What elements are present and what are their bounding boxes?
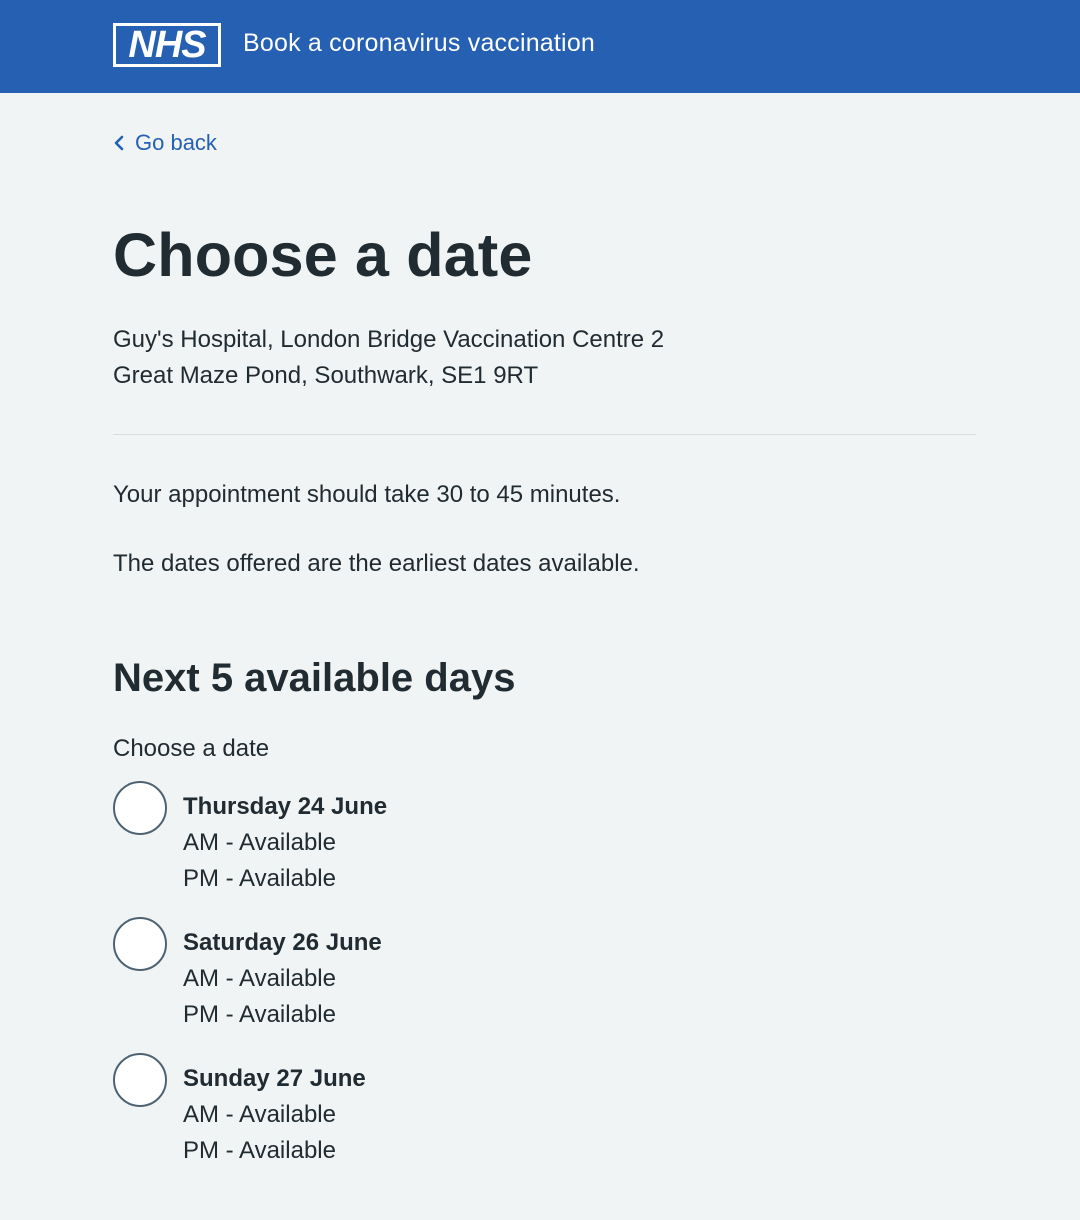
radio-button[interactable] [113,1053,167,1107]
date-option-saturday-26-june[interactable]: Saturday 26 June AM - Available PM - Ava… [113,917,977,1033]
date-option-date: Sunday 27 June [183,1065,366,1092]
section-divider [113,434,976,435]
date-radio-group: Choose a date Thursday 24 June AM - Avai… [113,702,977,1189]
date-option-am: AM - Available [183,829,336,856]
radio-button[interactable] [113,917,167,971]
date-option-pm: PM - Available [183,1001,336,1028]
appointment-duration-text: Your appointment should take 30 to 45 mi… [113,481,621,508]
go-back-link[interactable]: Go back [113,130,217,156]
date-option-pm: PM - Available [183,865,336,892]
date-option-am: AM - Available [183,1101,336,1128]
date-option-date: Thursday 24 June [183,793,388,820]
date-option-label[interactable]: Saturday 26 June AM - Available PM - Ava… [183,917,382,1033]
date-option-label[interactable]: Sunday 27 June AM - Available PM - Avail… [183,1053,366,1169]
date-option-sunday-27-june[interactable]: Sunday 27 June AM - Available PM - Avail… [113,1053,977,1169]
service-name[interactable]: Book a coronavirus vaccination [243,29,595,58]
page-title: Choose a date [113,221,533,289]
date-option-am: AM - Available [183,965,336,992]
location-name: Guy's Hospital, London Bridge Vaccinatio… [113,326,665,353]
earliest-dates-text: The dates offered are the earliest dates… [113,550,640,577]
site-header: NHS Book a coronavirus vaccination [0,0,1080,93]
location-address: Guy's Hospital, London Bridge Vaccinatio… [113,322,977,394]
chevron-left-icon [114,135,124,151]
date-option-pm: PM - Available [183,1137,336,1164]
main-content: Go back Choose a date Guy's Hospital, Lo… [0,93,977,1189]
date-option-thursday-24-june[interactable]: Thursday 24 June AM - Available PM - Ava… [113,781,977,897]
nhs-logo-text: NHS [116,25,218,64]
date-option-label[interactable]: Thursday 24 June AM - Available PM - Ava… [183,781,387,897]
radio-button[interactable] [113,781,167,835]
date-radio-list: Thursday 24 June AM - Available PM - Ava… [113,781,977,1169]
location-street: Great Maze Pond, Southwark, SE1 9RT [113,362,539,389]
go-back-label: Go back [135,130,217,155]
date-option-date: Saturday 26 June [183,929,382,956]
date-radio-legend: Choose a date [113,735,270,762]
section-heading: Next 5 available days [113,656,516,700]
nhs-logo[interactable]: NHS [113,22,221,67]
